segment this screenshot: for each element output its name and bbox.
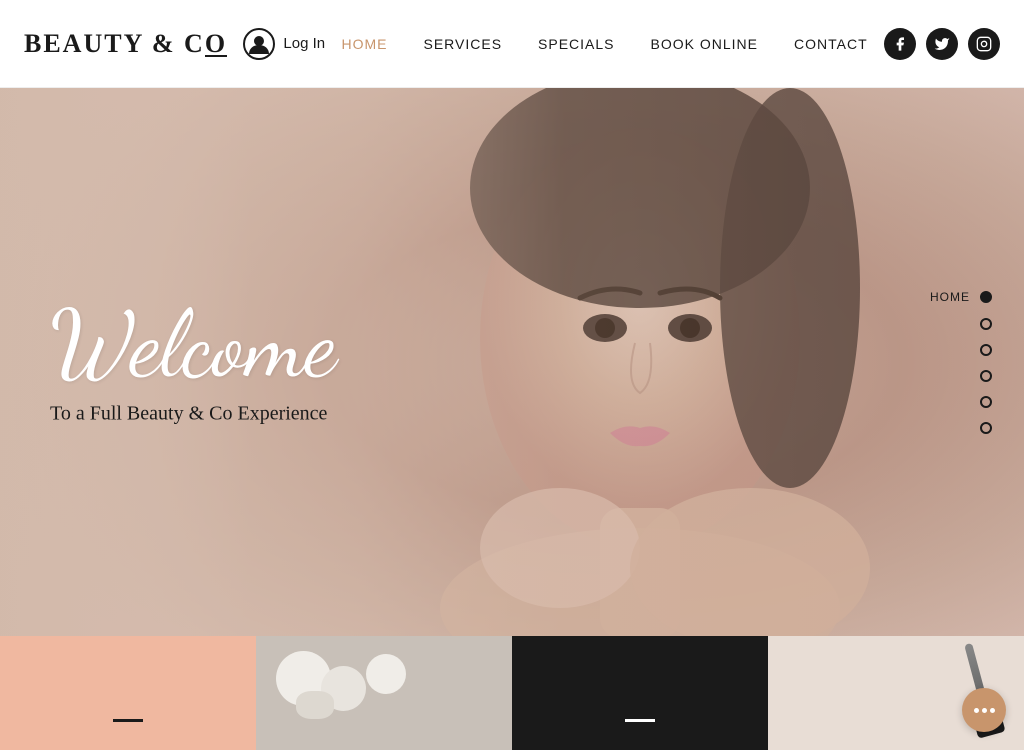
chat-button[interactable] [962,688,1006,732]
chat-dot-3 [990,708,995,713]
twitter-link[interactable] [926,28,958,60]
header: BEAUTY & Co Log In HOME SERVICES SPECIAL… [0,0,1024,88]
logo[interactable]: BEAUTY & Co [24,29,227,59]
tile-pink-dash [113,719,143,722]
scroll-dot-6[interactable] [980,422,992,434]
instagram-link[interactable] [968,28,1000,60]
tile-stones[interactable] [256,636,512,750]
nav-contact[interactable]: CONTACT [794,36,868,52]
scroll-dot-1-row: HOME [930,290,992,304]
chat-dot-1 [974,708,979,713]
nav-specials[interactable]: SPECIALS [538,36,614,52]
nav-services[interactable]: SERVICES [424,36,503,52]
tile-black[interactable] [512,636,768,750]
scroll-dot-2[interactable] [980,318,992,330]
hero-subtitle: To a Full Beauty & Co Experience [50,403,336,426]
hero-section: Welcome To a Full Beauty & Co Experience… [0,88,1024,636]
hero-welcome-text: Welcome [50,299,336,391]
scroll-dot-4[interactable] [980,370,992,382]
chat-dot-2 [982,708,987,713]
scroll-dot-3[interactable] [980,344,992,356]
social-links [884,28,1000,60]
nav-home[interactable]: HOME [342,36,388,52]
scroll-dot-1[interactable] [980,291,992,303]
scroll-dots: HOME [930,290,992,434]
scroll-dot-5[interactable] [980,396,992,408]
chat-dots [974,708,995,713]
nav-book-online[interactable]: BOOK ONLINE [651,36,758,52]
bottom-tiles [0,636,1024,750]
login-label: Log In [283,35,325,52]
tile-black-dash [625,719,655,722]
tile-pink[interactable] [0,636,256,750]
facebook-link[interactable] [884,28,916,60]
user-icon [243,28,275,60]
login-button[interactable]: Log In [243,28,325,60]
logo-co: o [205,29,227,59]
hero-content: Welcome To a Full Beauty & Co Experience [50,299,336,426]
stone-4 [296,691,334,719]
scroll-home-label: HOME [930,290,970,304]
main-nav: HOME SERVICES SPECIALS BOOK ONLINE CONTA… [342,36,868,52]
stone-3 [366,654,406,694]
